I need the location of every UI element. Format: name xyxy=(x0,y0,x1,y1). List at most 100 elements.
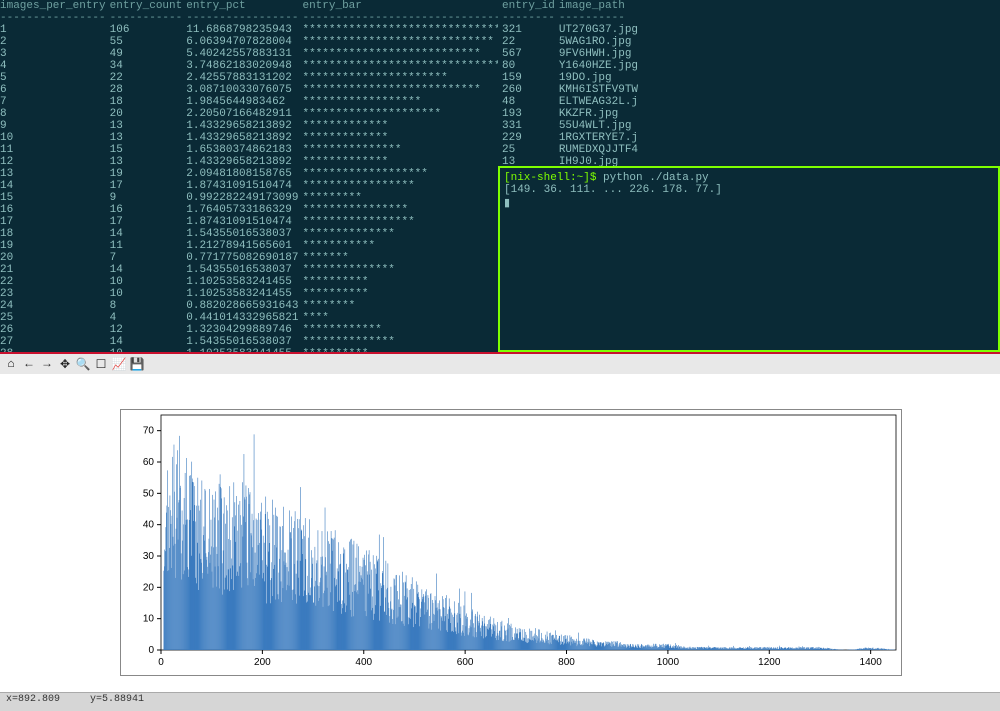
sqlite-table-right: entry_id image_path -------- ---------- … xyxy=(502,0,642,166)
cell: ****************************** xyxy=(302,60,498,72)
terminal-split: images_per_entry entry_count entry_pct e… xyxy=(0,0,1000,352)
cell: 1.10253583241455 xyxy=(186,348,302,352)
cell: 8 xyxy=(110,300,187,312)
cell: 567 xyxy=(502,48,559,60)
svg-text:1400: 1400 xyxy=(860,657,883,668)
cell: 8 xyxy=(0,108,110,120)
figure-canvas[interactable]: 0102030405060700200400600800100012001400 xyxy=(0,374,1000,694)
cell: 0.441014332965821 xyxy=(186,312,302,324)
cell: 13 xyxy=(110,120,187,132)
shell-cmd: python ./data.py xyxy=(603,172,709,184)
cell: 13 xyxy=(110,156,187,168)
cell: 15 xyxy=(110,144,187,156)
cell: 18 xyxy=(0,228,110,240)
cell: 13 xyxy=(0,168,110,180)
cell: 1.76405733186329 xyxy=(186,204,302,216)
svg-text:600: 600 xyxy=(457,657,474,668)
cell: 10 xyxy=(110,348,187,352)
cell: ****************** xyxy=(302,96,498,108)
cell: Y1640HZE.jpg xyxy=(559,60,642,72)
forward-icon[interactable]: → xyxy=(40,357,54,371)
pane-right-top[interactable]: entry_id image_path -------- ---------- … xyxy=(498,0,1000,166)
cell: KMH6ISTFV9TW xyxy=(559,84,642,96)
cell: ************** xyxy=(302,228,498,240)
svg-text:70: 70 xyxy=(143,426,155,437)
cell: 27 xyxy=(0,336,110,348)
cell: 22 xyxy=(110,72,187,84)
cell: 331 xyxy=(502,120,559,132)
cell: **************** xyxy=(302,204,498,216)
cell: 11.6868798235943 xyxy=(186,24,302,36)
svg-text:0: 0 xyxy=(148,645,154,656)
cell: 1.32304299889746 xyxy=(186,324,302,336)
pane-left[interactable]: images_per_entry entry_count entry_pct e… xyxy=(0,0,498,352)
cell: 17 xyxy=(110,216,187,228)
cell: 9 xyxy=(110,192,187,204)
edit-icon[interactable]: 📈 xyxy=(112,357,126,371)
cell: 17 xyxy=(110,180,187,192)
svg-text:20: 20 xyxy=(143,582,155,593)
cell: KKZFR.jpg xyxy=(559,108,642,120)
cursor: ▮ xyxy=(504,196,994,210)
cell: 1.65380374862183 xyxy=(186,144,302,156)
cell: 11 xyxy=(0,144,110,156)
cell: 9 xyxy=(0,120,110,132)
svg-text:1200: 1200 xyxy=(758,657,781,668)
cell: ******** xyxy=(302,300,498,312)
status-y: y=5.88941 xyxy=(90,694,144,705)
cell: 12 xyxy=(0,156,110,168)
cell: 10 xyxy=(110,276,187,288)
save-icon[interactable]: 💾 xyxy=(130,357,144,371)
cell: *************** xyxy=(302,144,498,156)
cell: 10 xyxy=(0,132,110,144)
cell: ************* xyxy=(302,132,498,144)
cell: 48 xyxy=(502,96,559,108)
cell: 3.74862183020948 xyxy=(186,60,302,72)
cell: ************* xyxy=(302,120,498,132)
col-hdr: entry_id xyxy=(502,0,559,12)
cell: 23 xyxy=(0,288,110,300)
cell: 55 xyxy=(110,36,187,48)
status-bar: x=892.809 y=5.88941 xyxy=(0,692,1000,711)
cell: 14 xyxy=(110,228,187,240)
svg-text:0: 0 xyxy=(158,657,164,668)
back-icon[interactable]: ← xyxy=(22,357,36,371)
cell: ********** xyxy=(302,288,498,300)
cell: 24 xyxy=(0,300,110,312)
cell: 5 xyxy=(0,72,110,84)
cell: 14 xyxy=(0,180,110,192)
matplotlib-toolbar: ⌂ ← → ✥ 🔍 ☐ 📈 💾 xyxy=(0,354,1000,375)
subplots-icon[interactable]: ☐ xyxy=(94,357,108,371)
cell: 7 xyxy=(0,96,110,108)
zoom-icon[interactable]: 🔍 xyxy=(76,357,90,371)
cell: 1.9845644983462 xyxy=(186,96,302,108)
cell: 19 xyxy=(110,168,187,180)
cell: *************************** xyxy=(302,48,498,60)
svg-text:800: 800 xyxy=(558,657,575,668)
cell: ******************* xyxy=(302,168,498,180)
cell: 229 xyxy=(502,132,559,144)
col-hdr: images_per_entry xyxy=(0,0,110,12)
cell: IH9J0.jpg xyxy=(559,156,642,166)
cell: 14 xyxy=(110,264,187,276)
cell: RUMEDXQJJTF4 xyxy=(559,144,642,156)
pane-right-bottom[interactable]: [nix-shell:~]$ python ./data.py [149. 36… xyxy=(498,166,1000,352)
cell: 1.54355016538037 xyxy=(186,336,302,348)
cell: 16 xyxy=(0,204,110,216)
cell: 4 xyxy=(0,60,110,72)
col-hdr: entry_bar xyxy=(302,0,498,12)
cell: 20 xyxy=(110,108,187,120)
cell: 1.54355016538037 xyxy=(186,264,302,276)
home-icon[interactable]: ⌂ xyxy=(4,357,18,371)
svg-text:40: 40 xyxy=(143,520,155,531)
shell-output: [149. 36. 111. ... 226. 178. 77.] xyxy=(504,184,994,196)
cell: 55U4WLT.jpg xyxy=(559,120,642,132)
cell: 28 xyxy=(110,84,187,96)
col-hdr: image_path xyxy=(559,0,642,12)
pan-icon[interactable]: ✥ xyxy=(58,357,72,371)
svg-text:50: 50 xyxy=(143,488,155,499)
col-hdr: entry_pct xyxy=(186,0,302,12)
cell: ***************************** xyxy=(302,36,498,48)
cell: **** xyxy=(302,312,498,324)
cell: 2.20507166482911 xyxy=(186,108,302,120)
